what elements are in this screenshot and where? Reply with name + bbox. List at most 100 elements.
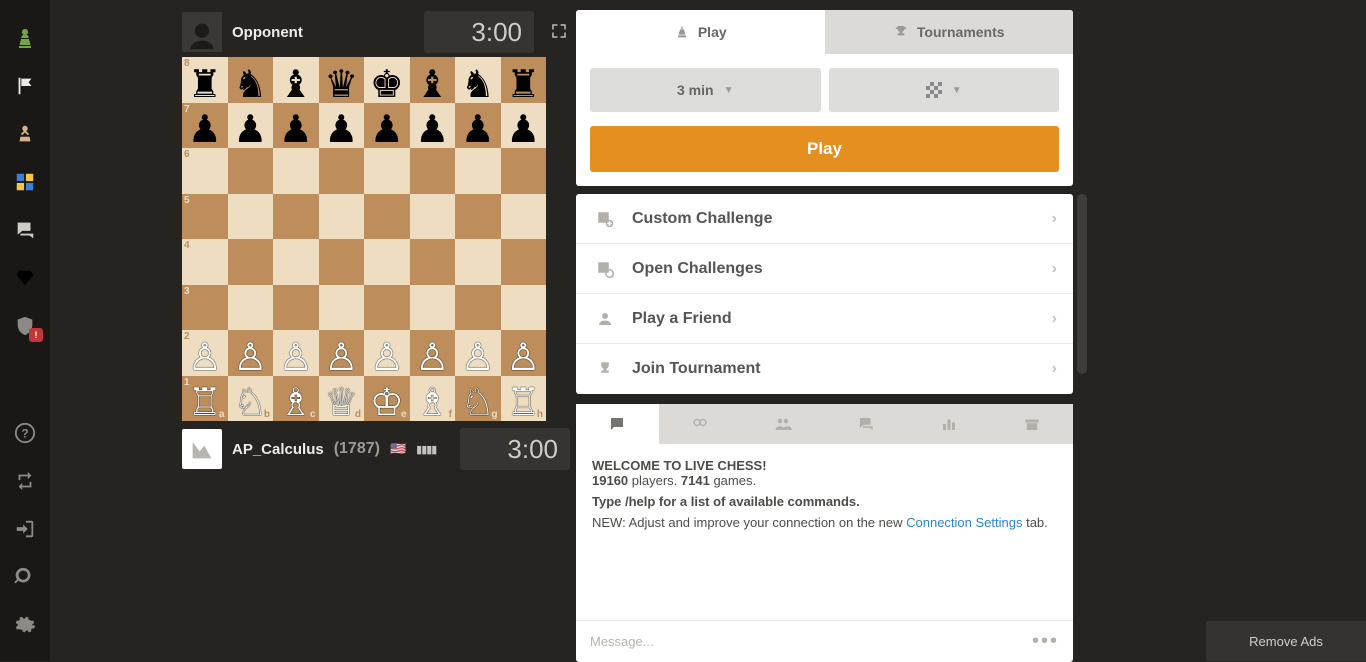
play-friend-item[interactable]: Play a Friend › <box>576 294 1073 344</box>
piece-p[interactable]: ♟ <box>188 106 222 144</box>
square-g6[interactable] <box>455 148 501 194</box>
play-button[interactable]: Play <box>590 126 1059 172</box>
rank-label: 5 <box>184 195 190 206</box>
square-g7[interactable]: ♟ <box>455 103 501 149</box>
piece-p[interactable]: ♟ <box>279 106 313 144</box>
join-tournament-item[interactable]: Join Tournament › <box>576 344 1073 394</box>
square-g4[interactable] <box>455 239 501 285</box>
right-panel: Play Tournaments 3 min ▼ ▼ Play Custom C <box>576 10 1073 662</box>
square-h7[interactable]: ♟ <box>501 103 547 149</box>
square-d5[interactable] <box>319 194 365 240</box>
piece-N[interactable]: ♘ <box>233 379 267 417</box>
chat-tab-leaderboard[interactable] <box>907 404 990 444</box>
tab-tournaments[interactable]: Tournaments <box>825 10 1074 54</box>
square-b4[interactable] <box>228 239 274 285</box>
square-d4[interactable] <box>319 239 365 285</box>
search-icon[interactable] <box>0 553 50 601</box>
square-c5[interactable] <box>273 194 319 240</box>
piece-p[interactable]: ♟ <box>233 106 267 144</box>
square-b1[interactable]: b♘ <box>228 376 274 422</box>
piece-p[interactable]: ♟ <box>506 106 540 144</box>
player-avatar[interactable] <box>182 429 222 469</box>
piece-N[interactable]: ♘ <box>461 379 495 417</box>
piece-B[interactable]: ♗ <box>415 379 449 417</box>
piece-p[interactable]: ♟ <box>461 106 495 144</box>
list-item-label: Join Tournament <box>632 360 761 378</box>
square-a1[interactable]: 1a♖ <box>182 376 228 422</box>
square-d6[interactable] <box>319 148 365 194</box>
fullscreen-icon[interactable] <box>550 22 570 42</box>
help-icon[interactable]: ? <box>0 409 50 457</box>
settings-gear-icon[interactable] <box>0 601 50 649</box>
player-name[interactable]: AP_Calculus <box>232 441 324 458</box>
chat-input[interactable] <box>590 634 1032 649</box>
square-h1[interactable]: h♖ <box>501 376 547 422</box>
flag-icon[interactable] <box>0 62 50 110</box>
square-d1[interactable]: d♕ <box>319 376 365 422</box>
square-a5[interactable]: 5 <box>182 194 228 240</box>
square-e6[interactable] <box>364 148 410 194</box>
square-h4[interactable] <box>501 239 547 285</box>
svg-text:?: ? <box>21 427 28 441</box>
square-h6[interactable] <box>501 148 547 194</box>
square-b6[interactable] <box>228 148 274 194</box>
square-f7[interactable]: ♟ <box>410 103 456 149</box>
chat-tab-global[interactable] <box>824 404 907 444</box>
piece-R[interactable]: ♖ <box>506 379 540 417</box>
piece-Q[interactable]: ♕ <box>324 379 358 417</box>
remove-ads-button[interactable]: Remove Ads <box>1206 621 1366 661</box>
chat-tab-watch[interactable] <box>659 404 742 444</box>
piece-R[interactable]: ♖ <box>188 379 222 417</box>
game-type-dropdown[interactable]: ▼ <box>829 68 1060 112</box>
scrollbar[interactable] <box>1077 194 1087 374</box>
square-f6[interactable] <box>410 148 456 194</box>
square-a4[interactable]: 4 <box>182 239 228 285</box>
puzzle-icon[interactable] <box>0 158 50 206</box>
connection-settings-link[interactable]: Connection Settings <box>906 515 1022 530</box>
diamond-icon[interactable] <box>0 254 50 302</box>
custom-challenge-item[interactable]: Custom Challenge › <box>576 194 1073 244</box>
piece-B[interactable]: ♗ <box>279 379 313 417</box>
chat-tab-messages[interactable] <box>576 404 659 444</box>
square-d7[interactable]: ♟ <box>319 103 365 149</box>
square-a6[interactable]: 6 <box>182 148 228 194</box>
piece-p[interactable]: ♟ <box>324 106 358 144</box>
logo-pawn-icon[interactable] <box>0 14 50 62</box>
piece-p[interactable]: ♟ <box>415 106 449 144</box>
alerts-icon[interactable]: ! <box>0 302 50 350</box>
square-c1[interactable]: c♗ <box>273 376 319 422</box>
rank-label: 6 <box>184 149 190 160</box>
chessboard[interactable]: 8♜♞♝♛♚♝♞♜7♟♟♟♟♟♟♟♟65432♙♙♙♙♙♙♙♙1a♖b♘c♗d♕… <box>182 57 546 421</box>
open-challenges-icon <box>592 260 618 278</box>
chat-welcome-line: WELCOME TO LIVE CHESS! <box>592 458 1057 473</box>
messages-icon[interactable] <box>0 206 50 254</box>
chat-tab-friends[interactable] <box>742 404 825 444</box>
opponent-name[interactable]: Opponent <box>232 24 303 41</box>
square-c7[interactable]: ♟ <box>273 103 319 149</box>
chat-tab-archive[interactable] <box>990 404 1073 444</box>
piece-p[interactable]: ♟ <box>370 106 404 144</box>
square-f5[interactable] <box>410 194 456 240</box>
square-e5[interactable] <box>364 194 410 240</box>
square-h5[interactable] <box>501 194 547 240</box>
square-b7[interactable]: ♟ <box>228 103 274 149</box>
square-c6[interactable] <box>273 148 319 194</box>
square-a7[interactable]: 7♟ <box>182 103 228 149</box>
square-e7[interactable]: ♟ <box>364 103 410 149</box>
square-f1[interactable]: f♗ <box>410 376 456 422</box>
login-icon[interactable] <box>0 505 50 553</box>
piece-K[interactable]: ♔ <box>370 379 404 417</box>
tab-play[interactable]: Play <box>576 10 825 54</box>
time-control-dropdown[interactable]: 3 min ▼ <box>590 68 821 112</box>
square-g1[interactable]: g♘ <box>455 376 501 422</box>
square-e4[interactable] <box>364 239 410 285</box>
chat-more-icon[interactable]: ••• <box>1032 630 1059 653</box>
square-c4[interactable] <box>273 239 319 285</box>
square-g5[interactable] <box>455 194 501 240</box>
learn-hand-icon[interactable] <box>0 110 50 158</box>
open-challenges-item[interactable]: Open Challenges › <box>576 244 1073 294</box>
square-e1[interactable]: e♔ <box>364 376 410 422</box>
square-b5[interactable] <box>228 194 274 240</box>
square-f4[interactable] <box>410 239 456 285</box>
retweet-icon[interactable] <box>0 457 50 505</box>
